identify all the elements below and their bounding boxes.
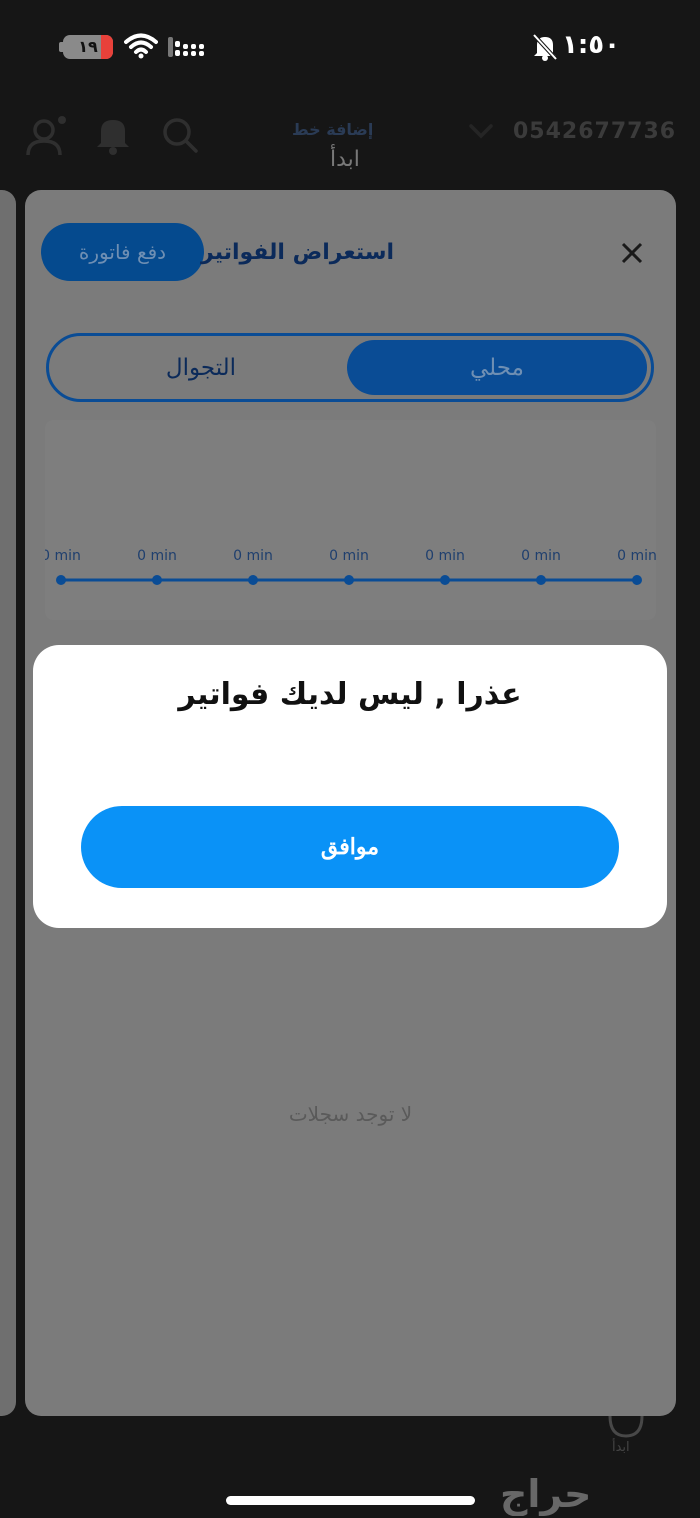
chart-point [152,575,162,585]
home-nav-icon[interactable] [606,1416,646,1440]
chart-tick-label: 0 min [137,548,177,564]
search-icon[interactable] [160,115,200,155]
battery-icon: ١٩ [63,35,113,59]
dialog-message: عذرا , ليس لديك فواتير [178,677,522,712]
sheet-title: استعراض الفواتير [201,240,394,265]
chart-point [56,575,66,585]
tab-local[interactable]: محلي [347,340,647,395]
empty-records-text: لا توجد سجلات [288,1102,413,1126]
pay-invoice-button[interactable]: دفع فاتورة [41,223,204,281]
usage-chart: 0 min 0 min 0 min 0 min 0 min 0 min 0 min [41,420,657,620]
chart-point [440,575,450,585]
ok-button[interactable]: موافق [81,806,619,888]
battery-level: ١٩ [78,37,98,56]
start-label: ابدأ [330,147,360,172]
chart-point [344,575,354,585]
bell-icon[interactable] [95,115,131,155]
bell-off-icon [532,33,558,61]
watermark-logo: حراج [500,1472,592,1516]
usage-chart-svg: 0 min 0 min 0 min 0 min 0 min 0 min 0 min [41,548,657,585]
app-header: إضافة خط ابدأ 0542677736 [0,95,700,190]
clock-time: ١:٥٠ [562,30,621,60]
tab-roaming[interactable]: التجوال [53,340,349,395]
background-card [0,190,16,1416]
close-icon[interactable] [619,240,645,266]
chart-tick-label: 0 min [45,548,81,564]
cellular-icon [168,37,204,57]
usage-type-segment: محلي التجوال [46,333,654,402]
chart-tick-label: 0 min [329,548,369,564]
add-line-label[interactable]: إضافة خط [292,120,373,139]
chart-tick-label: 0 min [521,548,561,564]
nav-home-label[interactable]: ابدأ [612,1440,630,1455]
chart-point [248,575,258,585]
chart-point [536,575,546,585]
home-indicator[interactable] [226,1496,475,1505]
bottom-nav: ابدأ [0,1416,700,1466]
chart-point [632,575,642,585]
chevron-down-icon[interactable] [468,121,494,141]
wifi-icon [124,33,158,59]
chart-tick-label: 0 min [425,548,465,564]
chart-tick-label: 0 min [233,548,273,564]
status-bar: ١٩ ١:٥٠ [0,0,700,95]
phone-number[interactable]: 0542677736 [513,119,676,144]
user-icon[interactable] [24,115,68,159]
alert-dialog: عذرا , ليس لديك فواتير موافق [33,645,667,928]
chart-tick-label: 0 min [617,548,656,564]
